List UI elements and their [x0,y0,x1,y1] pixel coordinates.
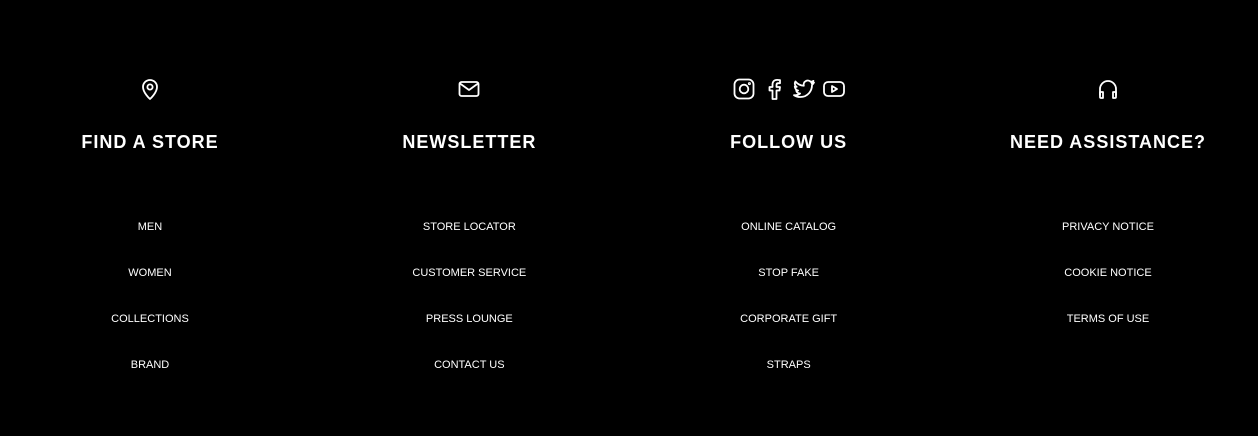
headphones-icon[interactable] [1095,76,1121,102]
twitter-icon[interactable] [791,76,817,102]
need-assistance-heading[interactable]: NEED ASSISTANCE? [1010,131,1206,153]
footer-link-cookie-notice[interactable]: COOKIE NOTICE [1064,266,1151,280]
list-item: MEN [138,220,162,266]
footer-column-need-assistance: NEED ASSISTANCE? PRIVACY NOTICE COOKIE N… [958,0,1258,436]
follow-us-links: ONLINE CATALOG STOP FAKE CORPORATE GIFT … [740,220,837,404]
footer-column-follow-us: FOLLOW US ONLINE CATALOG STOP FAKE CORPO… [639,0,939,436]
footer-link-contact-us[interactable]: CONTACT US [434,358,505,372]
footer-link-collections[interactable]: COLLECTIONS [111,312,189,326]
list-item: PRIVACY NOTICE [1062,220,1154,266]
follow-us-heading[interactable]: FOLLOW US [730,131,847,153]
social-icon-row [731,76,847,102]
footer-link-brand[interactable]: BRAND [131,358,170,372]
list-item: CUSTOMER SERVICE [412,266,526,312]
list-item: TERMS OF USE [1067,312,1150,358]
need-assistance-icon-row [1095,76,1121,102]
find-a-store-icon-row [137,76,163,102]
list-item: PRESS LOUNGE [426,312,513,358]
footer-link-men[interactable]: MEN [138,220,162,234]
footer-link-corporate-gift[interactable]: CORPORATE GIFT [740,312,837,326]
newsletter-links: STORE LOCATOR CUSTOMER SERVICE PRESS LOU… [412,220,526,404]
site-footer: FIND A STORE MEN WOMEN COLLECTIONS BRAND… [0,0,1258,436]
footer-link-women[interactable]: WOMEN [128,266,171,280]
list-item: CONTACT US [434,358,505,404]
footer-link-terms-of-use[interactable]: TERMS OF USE [1067,312,1150,326]
footer-link-stop-fake[interactable]: STOP FAKE [758,266,819,280]
list-item: ONLINE CATALOG [741,220,836,266]
footer-link-store-locator[interactable]: STORE LOCATOR [423,220,516,234]
list-item: STORE LOCATOR [423,220,516,266]
footer-column-find-a-store: FIND A STORE MEN WOMEN COLLECTIONS BRAND [0,0,300,436]
facebook-icon[interactable] [761,76,787,102]
footer-link-press-lounge[interactable]: PRESS LOUNGE [426,312,513,326]
instagram-icon[interactable] [731,76,757,102]
newsletter-icon-row [456,76,482,102]
envelope-icon[interactable] [456,76,482,102]
footer-link-customer-service[interactable]: CUSTOMER SERVICE [412,266,526,280]
list-item: STRAPS [767,358,811,404]
footer-column-newsletter: NEWSLETTER STORE LOCATOR CUSTOMER SERVIC… [319,0,619,436]
list-item: COLLECTIONS [111,312,189,358]
list-item: CORPORATE GIFT [740,312,837,358]
youtube-icon[interactable] [821,76,847,102]
newsletter-heading[interactable]: NEWSLETTER [402,131,536,153]
footer-link-privacy-notice[interactable]: PRIVACY NOTICE [1062,220,1154,234]
find-a-store-heading[interactable]: FIND A STORE [81,131,218,153]
list-item: WOMEN [128,266,171,312]
location-pin-icon[interactable] [137,76,163,102]
footer-link-straps[interactable]: STRAPS [767,358,811,372]
list-item: BRAND [131,358,170,404]
list-item: COOKIE NOTICE [1064,266,1151,312]
list-item: STOP FAKE [758,266,819,312]
footer-link-online-catalog[interactable]: ONLINE CATALOG [741,220,836,234]
find-a-store-links: MEN WOMEN COLLECTIONS BRAND [111,220,189,404]
need-assistance-links: PRIVACY NOTICE COOKIE NOTICE TERMS OF US… [1062,220,1154,358]
